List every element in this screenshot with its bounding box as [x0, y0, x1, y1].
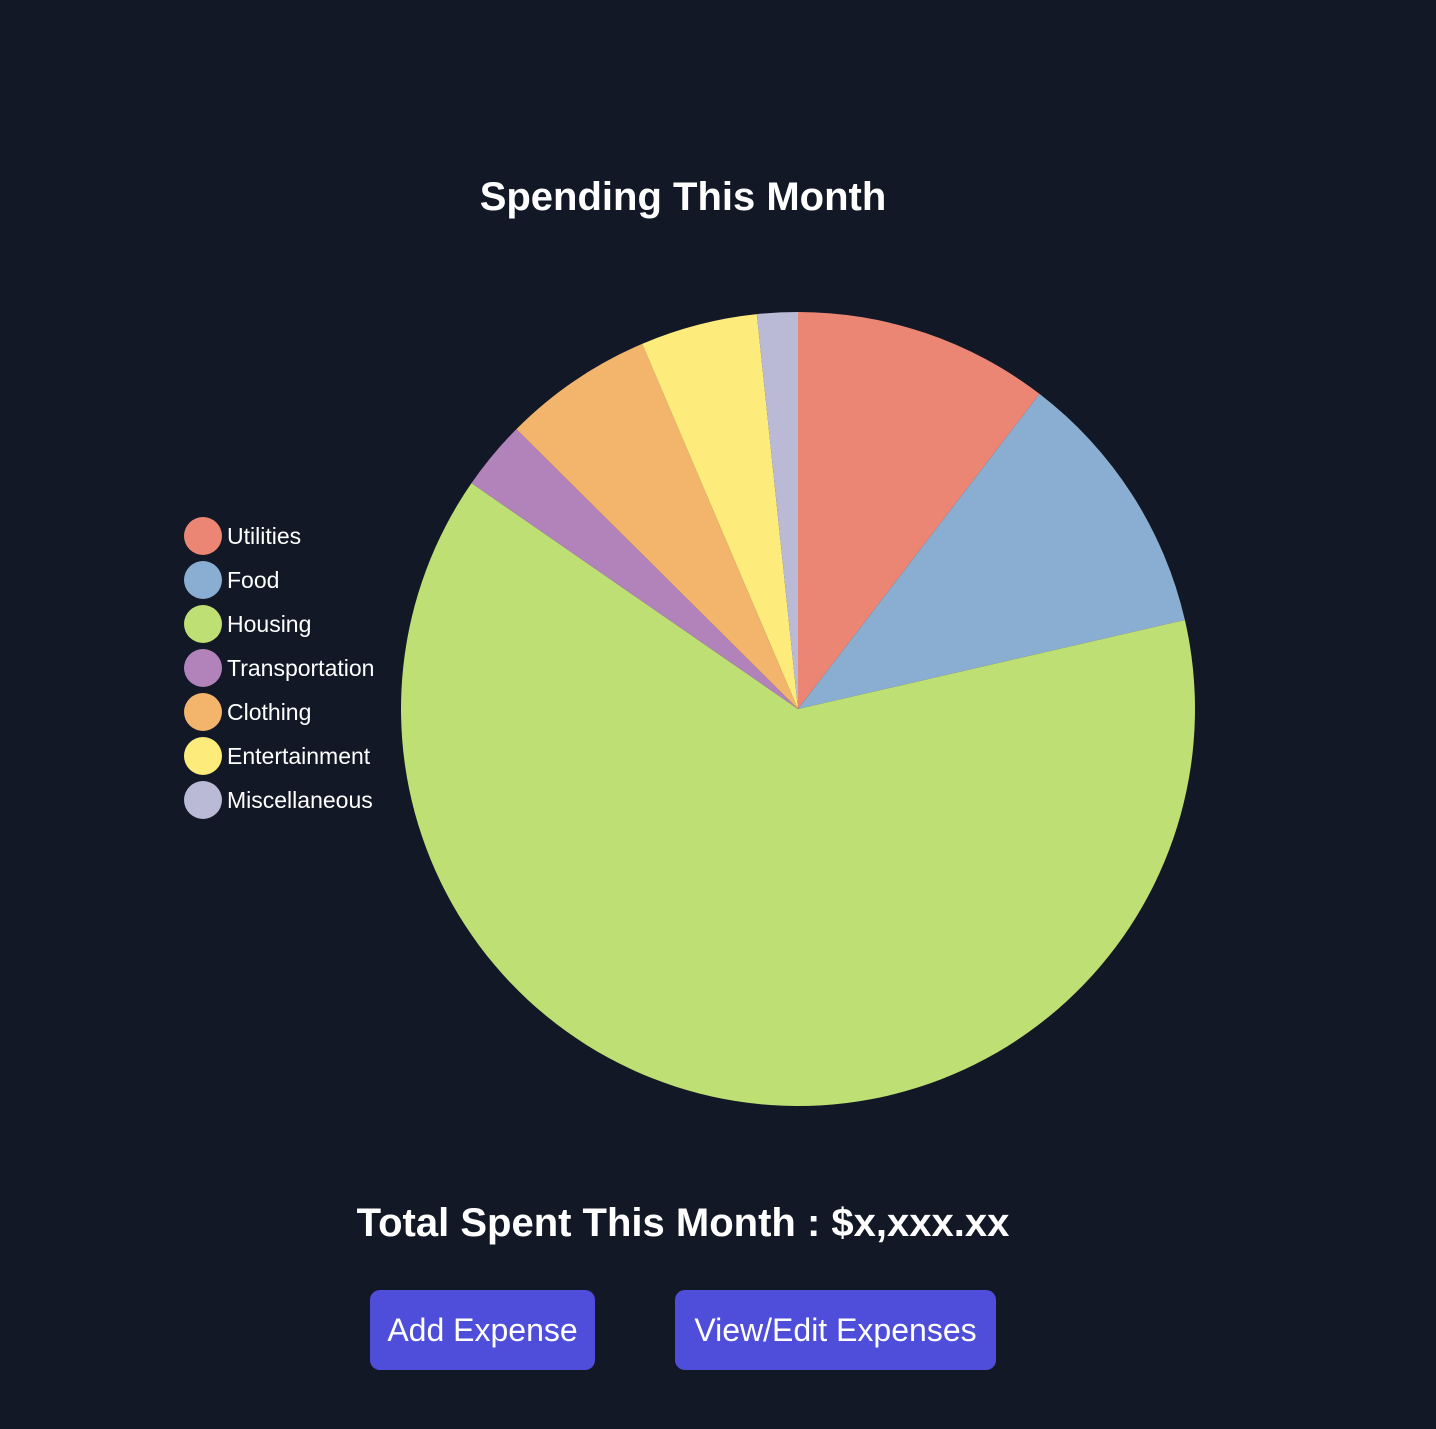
- view-edit-expenses-button[interactable]: View/Edit Expenses: [675, 1290, 996, 1370]
- total-spent-text: Total Spent This Month : $x,xxx.xx: [356, 1201, 1010, 1245]
- add-expense-button[interactable]: Add Expense: [370, 1290, 595, 1370]
